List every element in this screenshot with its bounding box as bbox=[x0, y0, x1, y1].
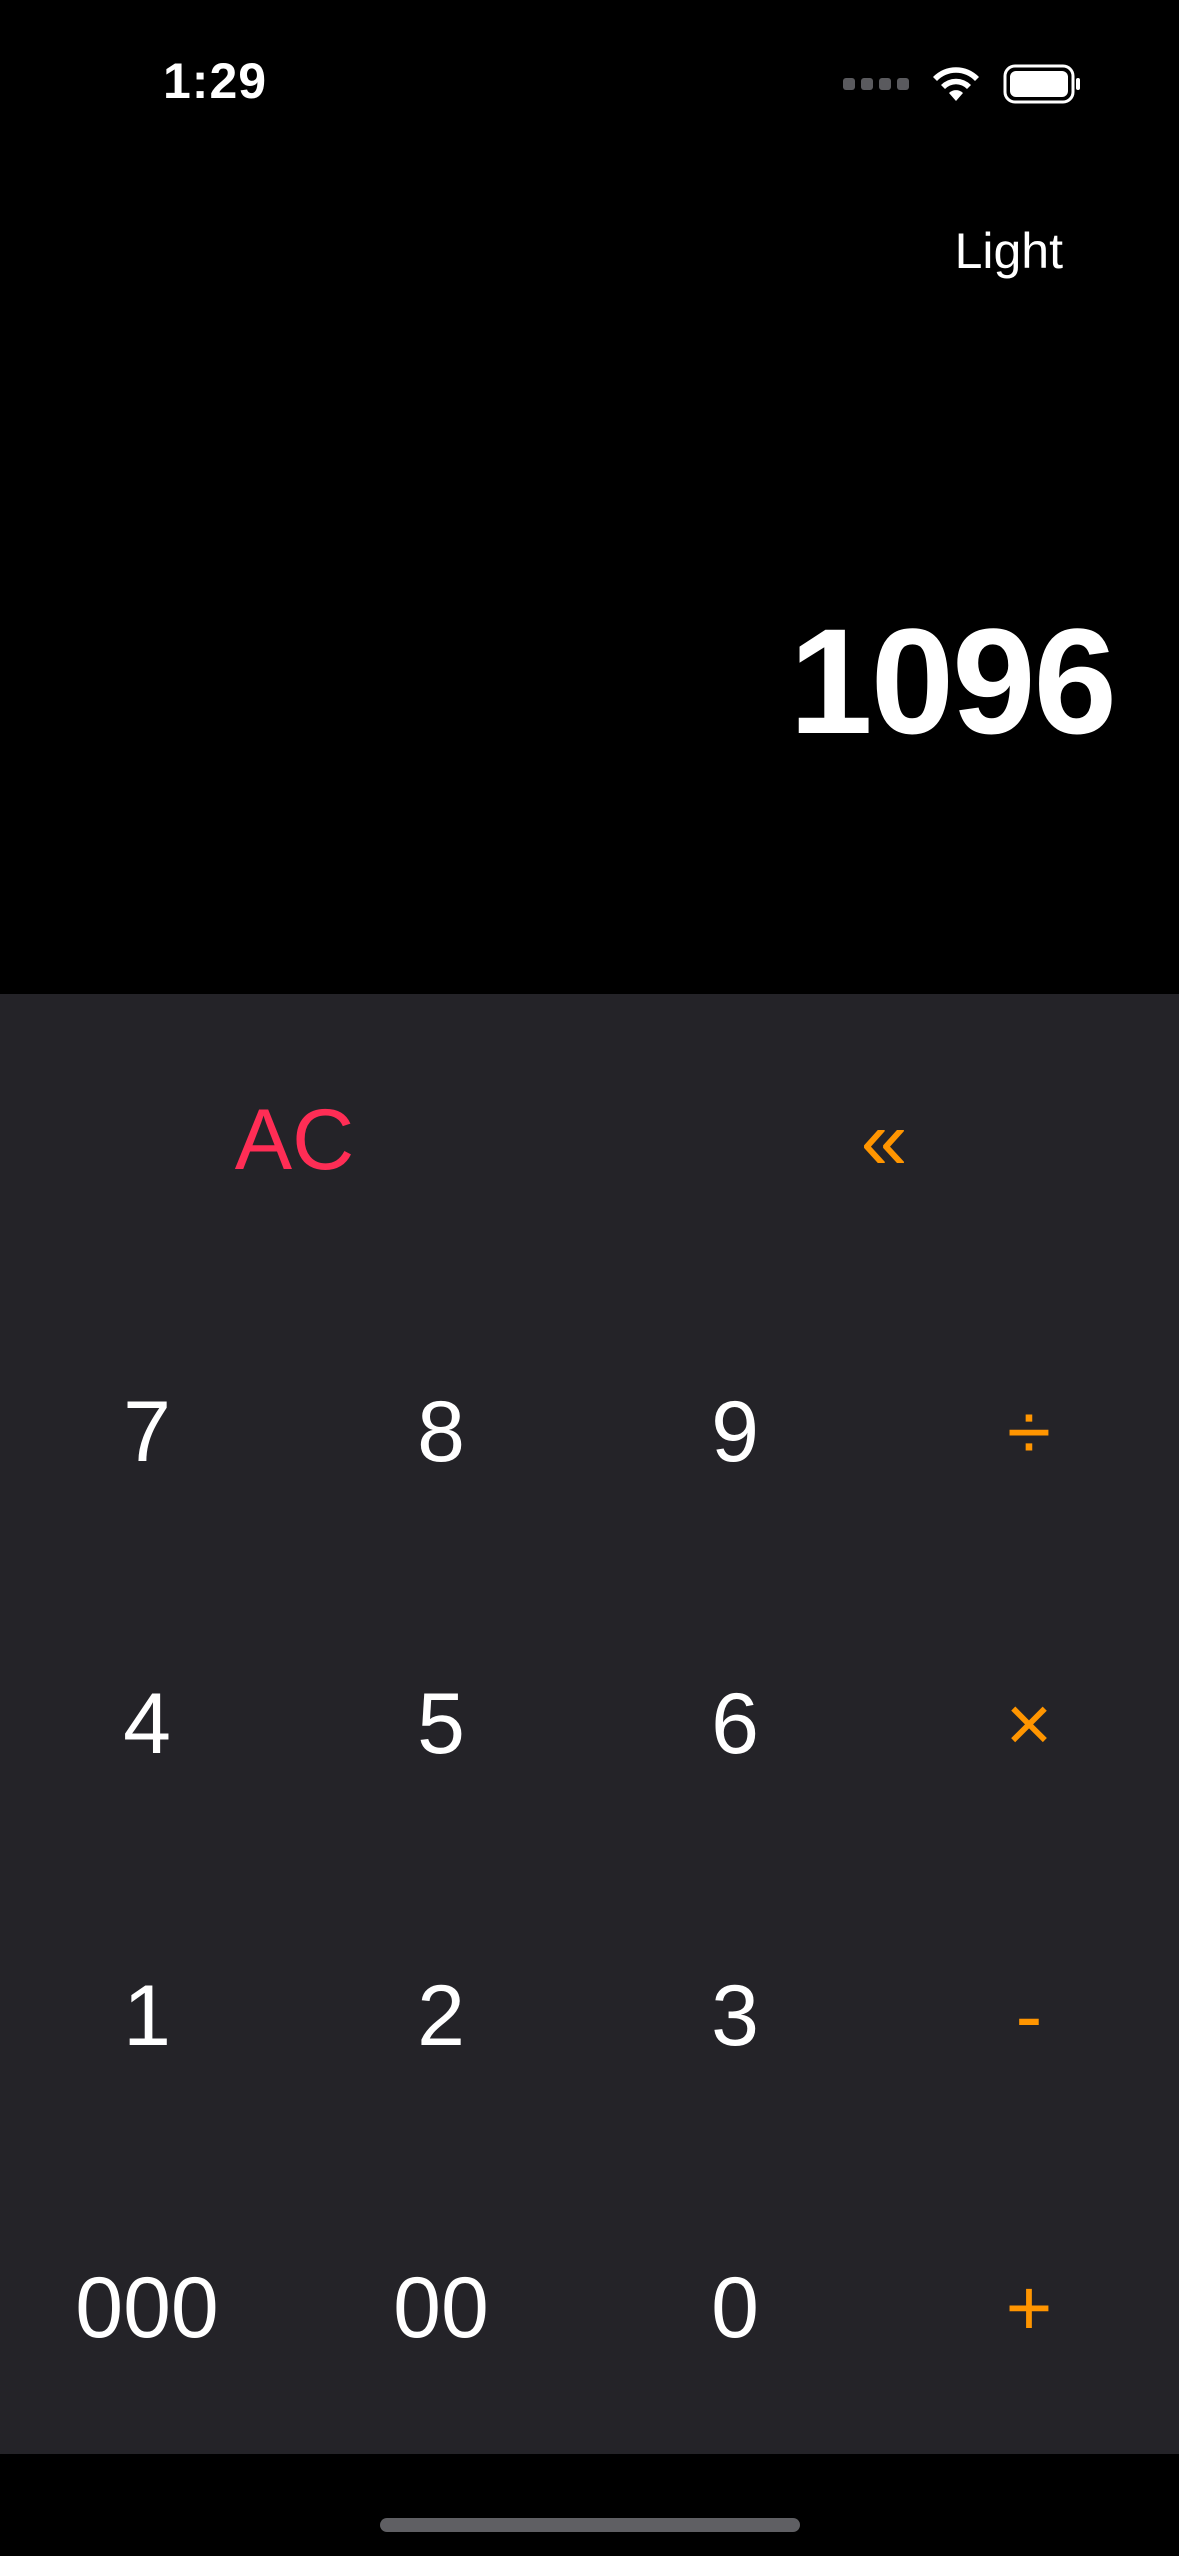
key-3[interactable]: 3 bbox=[588, 1870, 882, 2162]
status-icons bbox=[843, 64, 1083, 104]
clear-button[interactable]: AC bbox=[0, 994, 589, 1286]
calculator-display: 1096 bbox=[789, 597, 1117, 765]
backspace-button[interactable]: « bbox=[589, 994, 1179, 1286]
keypad: AC « 7 8 9 ÷ 4 5 6 × 1 2 3 - 000 00 0 + bbox=[0, 994, 1179, 2454]
theme-toggle-button[interactable]: Light bbox=[955, 222, 1063, 280]
battery-icon bbox=[1003, 64, 1080, 104]
key-2[interactable]: 2 bbox=[294, 1870, 588, 2162]
key-4[interactable]: 4 bbox=[0, 1578, 294, 1870]
home-indicator[interactable] bbox=[380, 2518, 800, 2532]
key-00[interactable]: 00 bbox=[294, 2162, 588, 2454]
subtract-button[interactable]: - bbox=[882, 1870, 1176, 2162]
key-5[interactable]: 5 bbox=[294, 1578, 588, 1870]
key-7[interactable]: 7 bbox=[0, 1286, 294, 1578]
status-bar: 1:29 bbox=[0, 0, 1179, 170]
status-time: 1:29 bbox=[163, 53, 268, 109]
wifi-icon bbox=[933, 67, 979, 101]
key-0[interactable]: 0 bbox=[588, 2162, 882, 2454]
divide-button[interactable]: ÷ bbox=[882, 1286, 1176, 1578]
key-6[interactable]: 6 bbox=[588, 1578, 882, 1870]
multiply-button[interactable]: × bbox=[882, 1578, 1176, 1870]
add-button[interactable]: + bbox=[882, 2162, 1176, 2454]
key-000[interactable]: 000 bbox=[0, 2162, 294, 2454]
key-1[interactable]: 1 bbox=[0, 1870, 294, 2162]
key-9[interactable]: 9 bbox=[588, 1286, 882, 1578]
signal-dots-icon bbox=[843, 78, 909, 90]
key-8[interactable]: 8 bbox=[294, 1286, 588, 1578]
